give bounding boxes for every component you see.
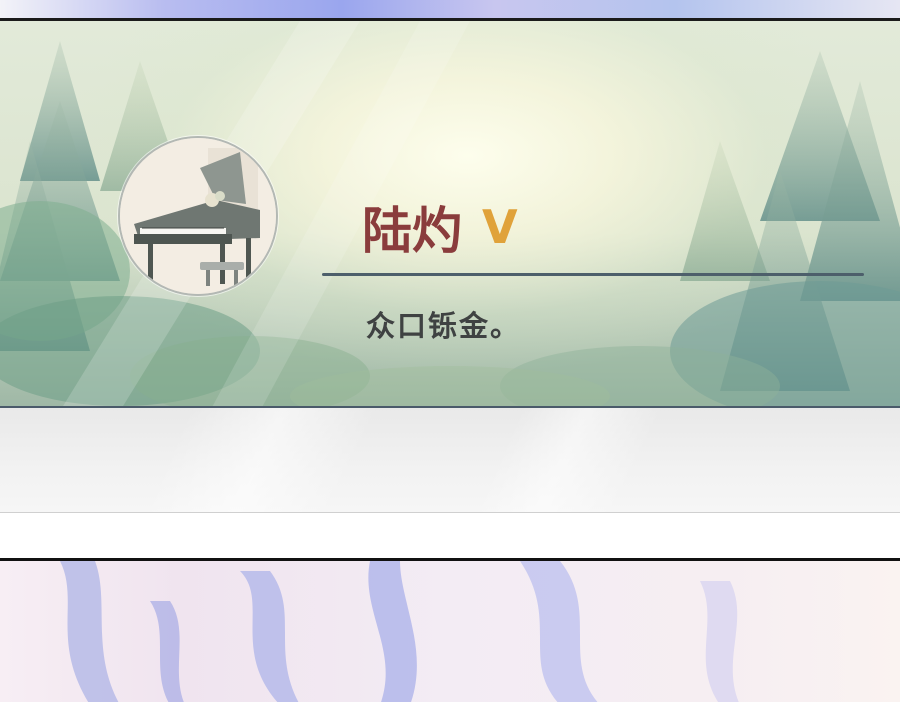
username-row: 陆灼 V xyxy=(362,195,518,260)
divider xyxy=(322,273,864,276)
vip-badge-icon: V xyxy=(482,200,518,254)
username: 陆灼 xyxy=(362,202,462,260)
profile-card: 陆灼 V 众口铄金。 xyxy=(0,18,900,408)
bottom-artwork xyxy=(0,558,900,702)
gray-panel xyxy=(0,408,900,513)
avatar xyxy=(118,136,278,296)
top-strip-artwork xyxy=(0,0,900,18)
piano-icon xyxy=(120,138,276,294)
blue-ink-artwork xyxy=(60,561,739,702)
bio-text: 众口铄金。 xyxy=(366,309,522,343)
